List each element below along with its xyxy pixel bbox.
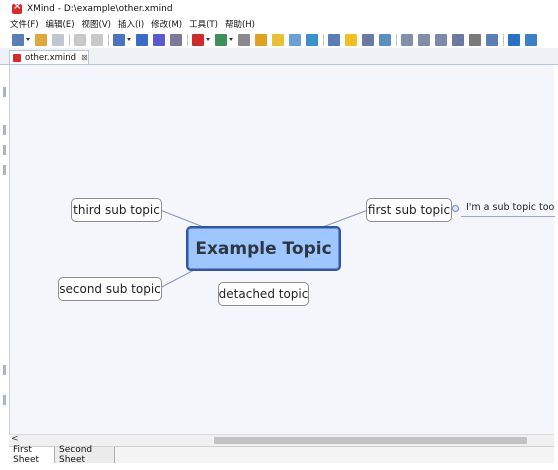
presentation-icon[interactable] xyxy=(452,33,464,46)
redo-icon[interactable] xyxy=(91,33,103,46)
menu-view[interactable]: 视图(V) xyxy=(82,18,111,30)
marker-flag-icon[interactable] xyxy=(192,33,204,46)
tab-first-sheet[interactable]: First Sheet xyxy=(9,445,55,465)
menu-insert[interactable]: 插入(I) xyxy=(118,18,144,30)
note-icon[interactable] xyxy=(272,33,284,46)
menu-file[interactable]: 文件(F) xyxy=(10,18,39,30)
image-icon[interactable] xyxy=(215,33,227,46)
dropdown-arrow-icon[interactable] xyxy=(229,38,233,41)
toolbar-separator xyxy=(187,33,188,46)
title-bar: XMind - D:\example\other.xmind xyxy=(0,0,558,17)
topic-third-sub-topic[interactable]: third sub topic xyxy=(71,198,162,222)
new-file-icon[interactable] xyxy=(12,33,24,46)
toolbar-separator xyxy=(323,33,324,46)
share-icon[interactable] xyxy=(525,33,537,46)
dropdown-arrow-icon[interactable] xyxy=(127,38,131,41)
collapse-toggle-icon[interactable] xyxy=(452,205,459,212)
editor-tab-bar: other.xmind ⊠ xyxy=(0,48,558,65)
topic-sub-of-first[interactable]: I'm a sub topic too xyxy=(466,202,554,213)
toolbar-separator xyxy=(69,33,70,46)
side-marker xyxy=(3,87,6,97)
dropdown-arrow-icon[interactable] xyxy=(26,38,30,41)
toolbar xyxy=(0,31,558,48)
zoom-in-icon[interactable] xyxy=(401,33,413,46)
idea-bulb-icon[interactable] xyxy=(345,33,357,46)
gantt-icon[interactable] xyxy=(435,33,447,46)
tab-close-icon[interactable]: ⊠ xyxy=(81,53,88,62)
insert-topic-icon[interactable] xyxy=(113,33,125,46)
tab-label: other.xmind xyxy=(25,52,77,63)
hyperlink-icon[interactable] xyxy=(238,33,250,46)
side-marker xyxy=(3,145,6,155)
attachment-icon[interactable] xyxy=(255,33,267,46)
xmind-logo-icon xyxy=(12,1,22,14)
topic-structure-icon[interactable] xyxy=(136,33,148,46)
sub-topic-underline xyxy=(461,216,555,217)
left-side-strip xyxy=(0,65,9,443)
xmind-file-icon xyxy=(13,53,21,62)
boundary-icon[interactable] xyxy=(153,33,165,46)
toolbar-separator xyxy=(396,33,397,46)
scrollbar-thumb[interactable] xyxy=(214,437,527,444)
clock-icon[interactable] xyxy=(469,33,481,46)
menu-edit[interactable]: 编辑(E) xyxy=(46,18,75,30)
side-marker xyxy=(3,395,6,405)
window-title: XMind - D:\example\other.xmind xyxy=(27,3,173,14)
topic-second-sub-topic[interactable]: second sub topic xyxy=(58,277,162,301)
toolbar-separator xyxy=(108,33,109,46)
topic-first-sub-topic[interactable]: first sub topic xyxy=(366,198,452,222)
label-icon[interactable] xyxy=(289,33,301,46)
tab-second-sheet[interactable]: Second Sheet xyxy=(55,445,115,465)
side-marker xyxy=(3,125,6,135)
side-marker xyxy=(3,165,6,175)
open-folder-icon[interactable] xyxy=(35,33,47,46)
dropdown-arrow-icon[interactable] xyxy=(206,38,210,41)
tab-other-xmind[interactable]: other.xmind ⊠ xyxy=(9,50,89,64)
side-marker xyxy=(3,365,6,375)
zoom-out-icon[interactable] xyxy=(418,33,430,46)
sheet-tab-bar: First Sheet Second Sheet xyxy=(9,445,554,465)
search-icon[interactable] xyxy=(486,33,498,46)
central-topic[interactable]: Example Topic xyxy=(186,226,341,271)
relationship-icon[interactable] xyxy=(170,33,182,46)
style-icon[interactable] xyxy=(328,33,340,46)
export-icon[interactable] xyxy=(379,33,391,46)
undo-icon[interactable] xyxy=(74,33,86,46)
scroll-left-icon[interactable]: < xyxy=(11,434,19,444)
topic-detached[interactable]: detached topic xyxy=(218,282,309,306)
save-icon[interactable] xyxy=(52,33,64,46)
menu-tools[interactable]: 工具(T) xyxy=(189,18,218,30)
globe-icon[interactable] xyxy=(306,33,318,46)
toolbar-separator xyxy=(503,33,504,46)
menu-bar: 文件(F) 编辑(E) 视图(V) 插入(I) 修改(M) 工具(T) 帮助(H… xyxy=(0,17,558,31)
menu-modify[interactable]: 修改(M) xyxy=(151,18,182,30)
outline-icon[interactable] xyxy=(362,33,374,46)
upload-cloud-icon[interactable] xyxy=(508,33,520,46)
menu-help[interactable]: 帮助(H) xyxy=(225,18,255,30)
